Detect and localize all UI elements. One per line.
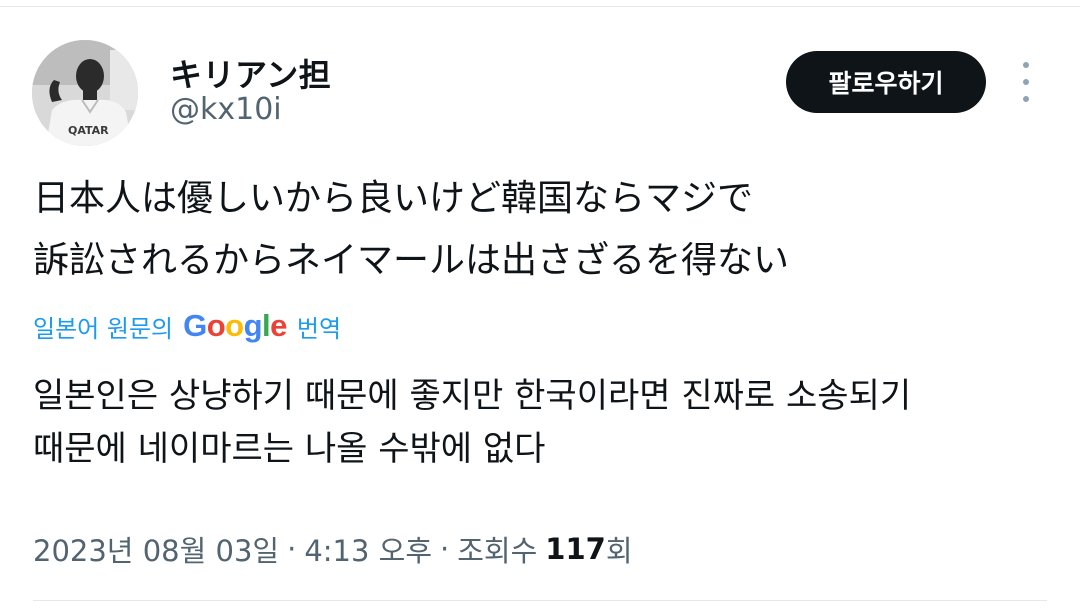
tweet-translated-text: 일본인은 상냥하기 때문에 좋지만 한국이라면 진짜로 소송되기 때문에 네이마… [33,370,1043,476]
tweet-meta: 2023년 08월 03일 · 4:13 오후 · 조회수 117 회 [33,528,633,570]
tweet-detail: QATAR キリアン担 @kx10i 팔로우하기 日本人は優しいから良いけど韓国… [0,0,1080,609]
tweet-line: 訴訟されるからネイマールは出さざるを得ない [33,240,790,281]
user-handle[interactable]: @kx10i [170,92,282,127]
more-dot [1023,96,1029,102]
translated-line: 때문에 네이마르는 나올 수밖에 없다 [33,429,546,469]
avatar-shirt-text: QATAR [68,124,109,137]
google-letter: o [206,308,226,343]
google-letter: e [270,308,287,343]
tweet-line: 日本人は優しいから良いけど韓国ならマジで [33,178,754,219]
more-dot [1023,79,1029,85]
follow-button[interactable]: 팔로우하기 [786,51,986,113]
google-letter: l [262,308,271,343]
google-logo: Google [183,308,287,344]
translated-line: 일본인은 상냥하기 때문에 좋지만 한국이라면 진짜로 소송되기 [33,376,912,416]
translate-suffix[interactable]: 번역 [297,309,341,344]
views-label: 조회수 [457,534,538,568]
display-name[interactable]: キリアン担 [170,50,331,96]
meta-separator: · [287,532,297,566]
bottom-divider [33,600,1047,601]
google-letter: g [243,308,263,343]
avatar[interactable]: QATAR [32,40,138,146]
google-letter: G [183,308,207,343]
translation-attribution[interactable]: 일본어 원문의 Google 번역 [33,306,341,346]
tweet-time[interactable]: 4:13 오후 [304,528,432,570]
avatar-photo: QATAR [32,40,138,146]
top-divider [0,6,1080,7]
google-letter: o [225,308,244,343]
tweet-date[interactable]: 2023년 08월 03일 [33,528,279,570]
more-vertical-icon[interactable] [1012,62,1040,102]
views-count: 117 [545,532,606,566]
translate-prefix[interactable]: 일본어 원문의 [33,309,173,344]
tweet-original-text: 日本人は優しいから良いけど韓国ならマジで 訴訟されるからネイマールは出さざるを得… [33,168,1043,292]
more-dot [1023,62,1029,68]
views-suffix: 회 [605,534,633,568]
meta-separator: · [440,532,450,566]
